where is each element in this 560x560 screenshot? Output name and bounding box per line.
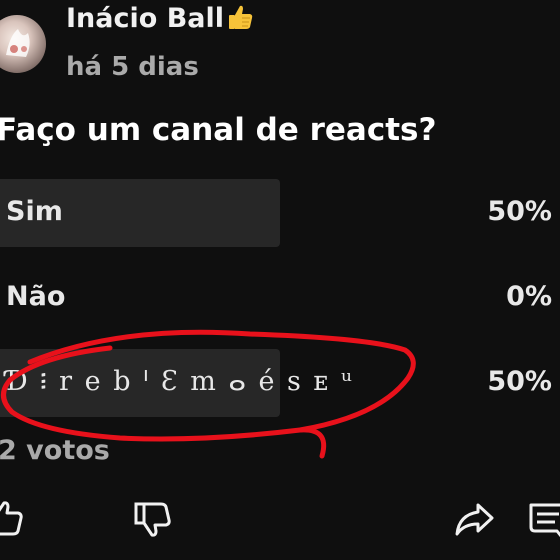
like-button[interactable] xyxy=(0,495,30,543)
poll-option-percent: 50% xyxy=(487,366,552,397)
share-icon xyxy=(455,503,494,536)
poll-option-3[interactable]: Ɗ ፧ r e b ᑊ Ɛ m ⴰ é s ᴇ ᵘ 50% xyxy=(0,349,560,417)
post-time: há 5 dias xyxy=(66,52,199,82)
poll-option-label: Não xyxy=(6,281,66,312)
comment-icon xyxy=(529,503,560,538)
poll-option-sim[interactable]: Sim 50% xyxy=(0,179,560,247)
poll-option-percent: 0% xyxy=(506,281,552,312)
thumbs-up-emoji xyxy=(229,5,253,30)
poll-option-label: Ɗ ፧ r e b ᑊ Ɛ m ⴰ é s ᴇ ᵘ xyxy=(6,366,354,397)
dislike-button[interactable] xyxy=(130,495,178,543)
poll-option-nao[interactable]: Não 0% xyxy=(0,264,560,332)
author-name-text: Inácio Ball xyxy=(66,3,225,34)
vote-count: 2 votos xyxy=(0,435,110,466)
like-icon xyxy=(0,501,23,536)
share-button[interactable] xyxy=(450,495,498,543)
avatar[interactable] xyxy=(0,15,46,73)
comment-button[interactable] xyxy=(525,495,560,543)
avatar-image xyxy=(6,29,30,57)
dislike-icon xyxy=(134,502,171,537)
poll-option-percent: 50% xyxy=(487,196,552,227)
author-name[interactable]: Inácio Ball xyxy=(66,2,256,34)
poll-option-label: Sim xyxy=(6,196,63,227)
poll-question: Faço um canal de reacts? xyxy=(0,112,437,148)
